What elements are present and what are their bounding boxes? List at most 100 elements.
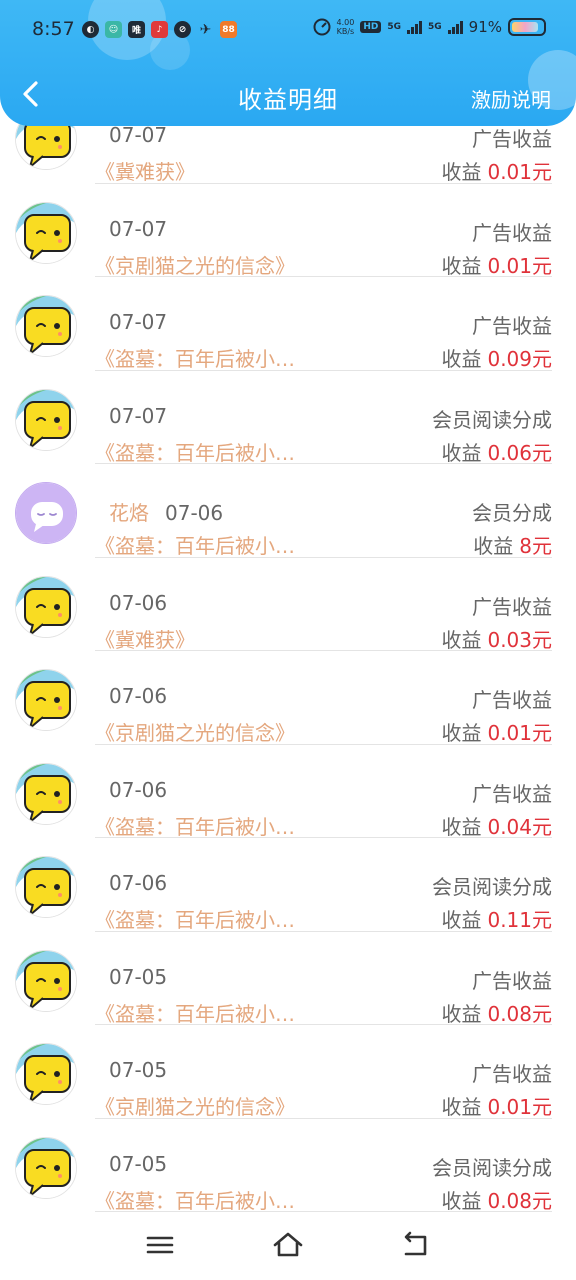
row-info: 花烙 07-06 《盗墓：百年后被小… 会员分成 收益 8元 [95,464,552,558]
app-header: 8:57 ◐ ☺ 唯 ♪ ⊘ ✈ 88 4.00 KB/s HD 5G 5G 9… [0,0,576,126]
row-info: 07-06 《盗墓：百年后被小… 会员阅读分成 收益 0.11元 [95,838,552,932]
status-right: 4.00 KB/s HD 5G 5G 91% [313,18,546,36]
date-line: 07-06 [109,684,167,708]
earnings-list: 07-07 《冀难获》 广告收益 收益 0.01元 07-07 《京剧猫之光的信念… [0,90,576,1213]
record-date: 07-05 [109,1151,168,1176]
record-date: 07-06 [109,590,168,615]
amount-line: 收益 0.09元 [441,343,552,372]
hd-voice-icon: HD [360,21,382,33]
app-notification-icon: 唯 [128,21,145,38]
earnings-row[interactable]: 07-06 《盗墓：百年后被小… 广告收益 收益 0.04元 [0,745,576,839]
record-date: 07-06 [109,871,168,895]
amount-line: 收益 0.08元 [441,1185,552,1214]
status-time: 8:57 [32,18,75,40]
earnings-row[interactable]: 07-06 《京剧猫之光的信念》 广告收益 收益 0.01元 [0,651,576,745]
menu-icon [146,1236,174,1254]
yellow-chat-avatar-icon [16,1137,76,1198]
menu-button[interactable] [142,1230,178,1260]
signal-icon [447,20,463,34]
book-title: 《京剧猫之光的信念》 [95,1095,295,1119]
earnings-row[interactable]: 07-07 《盗墓：百年后被小… 会员阅读分成 收益 0.06元 [0,371,576,465]
system-back-button[interactable] [398,1230,434,1260]
nickname: 花烙 [109,501,149,525]
date-line: 07-06 [109,871,167,895]
date-line: 07-07 [109,404,167,428]
earnings-row[interactable]: 07-07 《京剧猫之光的信念》 广告收益 收益 0.01元 [0,184,576,278]
app-notification-icon: ⊘ [174,21,191,38]
earning-type: 会员阅读分成 [432,875,552,899]
amount-line: 收益 0.04元 [441,811,552,840]
battery-icon [508,18,546,36]
amount-value: 0.04元 [487,814,552,839]
earnings-row[interactable]: 07-05 《盗墓：百年后被小… 会员阅读分成 收益 0.08元 [0,1119,576,1213]
app-notification-icon: 88 [220,21,237,38]
earning-type: 会员阅读分成 [432,407,552,432]
amount-line: 收益 0.01元 [441,250,552,279]
avatar [15,669,77,731]
earning-type: 会员分成 [472,501,552,525]
earning-type: 广告收益 [472,594,552,619]
earning-type: 广告收益 [472,220,552,245]
amount-value: 0.08元 [487,1188,552,1213]
amount-label: 收益 [441,440,482,465]
record-date: 07-06 [165,501,224,525]
date-line: 07-05 [109,1058,167,1082]
date-line: 07-05 [109,1152,167,1176]
app-notification-icon: ♪ [151,21,168,38]
row-info: 07-05 《盗墓：百年后被小… 会员阅读分成 收益 0.08元 [95,1119,552,1213]
book-title: 《盗墓：百年后被小… [95,1188,295,1213]
earning-type: 广告收益 [472,968,552,993]
date-line: 07-06 [109,591,167,615]
amount-label: 收益 [441,347,482,371]
record-date: 07-07 [109,310,168,334]
yellow-chat-avatar-icon [16,576,76,637]
amount-label: 收益 [441,721,482,745]
avatar [15,949,77,1012]
amount-line: 收益 0.11元 [441,904,552,933]
navigation-bar: 收益明细 激励说明 [0,62,576,126]
earnings-row[interactable]: 07-06 《盗墓：百年后被小… 会员阅读分成 收益 0.11元 [0,838,576,932]
row-info: 07-05 《盗墓：百年后被小… 广告收益 收益 0.08元 [95,932,552,1026]
yellow-chat-avatar-icon [16,763,76,824]
network-type: 5G [428,22,442,32]
book-title: 《盗墓：百年后被小… [95,534,295,558]
home-icon [273,1232,303,1257]
amount-line: 收益 0.01元 [441,1091,552,1120]
earnings-row[interactable]: 07-06 《冀难获》 广告收益 收益 0.03元 [0,558,576,652]
amount-line: 收益 0.06元 [441,437,552,466]
avatar [15,482,77,544]
book-title: 《冀难获》 [95,627,195,652]
amount-value: 0.01元 [487,1095,552,1119]
home-button[interactable] [270,1230,306,1260]
earnings-row[interactable]: 07-07 《盗墓：百年后被小… 广告收益 收益 0.09元 [0,277,576,371]
book-title: 《京剧猫之光的信念》 [95,721,295,745]
row-info: 07-06 《冀难获》 广告收益 收益 0.03元 [95,558,552,652]
status-bar: 8:57 ◐ ☺ 唯 ♪ ⊘ ✈ 88 4.00 KB/s HD 5G 5G 9… [0,0,576,62]
amount-line: 收益 0.08元 [441,998,552,1027]
book-title: 《盗墓：百年后被小… [95,814,295,839]
earnings-row[interactable]: 07-05 《盗墓：百年后被小… 广告收益 收益 0.08元 [0,932,576,1026]
amount-value: 0.11元 [487,908,552,932]
incentive-info-link[interactable]: 激励说明 [471,84,551,113]
book-title: 《盗墓：百年后被小… [95,347,295,371]
app-notification-icon: ◐ [82,21,99,38]
record-date: 07-05 [109,1058,168,1082]
amount-value: 0.06元 [487,440,552,465]
amount-label: 收益 [441,1095,482,1119]
book-title: 《盗墓：百年后被小… [95,908,295,932]
row-info: 07-05 《京剧猫之光的信念》 广告收益 收益 0.01元 [95,1025,552,1119]
yellow-chat-avatar-icon [16,950,76,1011]
yellow-chat-avatar-icon [16,670,76,730]
network-speed: 4.00 KB/s [336,18,355,36]
record-date: 07-07 [109,216,168,241]
avatar [15,856,77,918]
amount-line: 收益 0.03元 [441,624,552,653]
amount-line: 收益 8元 [473,530,552,559]
earnings-row[interactable]: 花烙 07-06 《盗墓：百年后被小… 会员分成 收益 8元 [0,464,576,558]
signal-icon [407,20,422,34]
earnings-row[interactable]: 07-05 《京剧猫之光的信念》 广告收益 收益 0.01元 [0,1025,576,1119]
book-title: 《盗墓：百年后被小… [95,440,295,465]
amount-line: 收益 0.01元 [441,156,552,185]
back-icon [404,1231,427,1256]
amount-value: 0.09元 [487,347,552,371]
